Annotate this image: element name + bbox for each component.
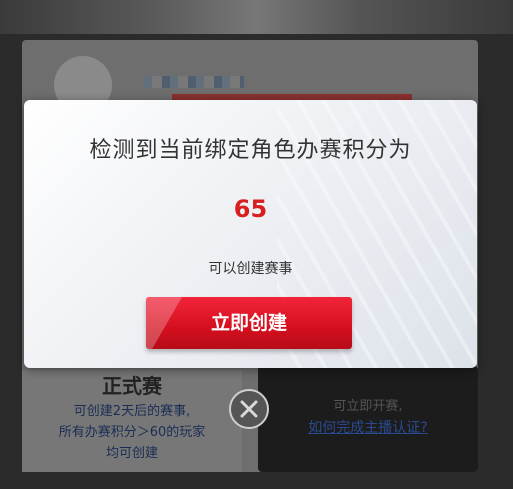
streamer-match-title — [258, 368, 478, 392]
formal-match-card: 正式赛 可创建2天后的赛事, 所有办赛积分＞60的玩家 均可创建 — [22, 370, 242, 472]
create-now-button-label: 立即创建 — [210, 312, 287, 334]
streamer-verify-link: 如何完成主播认证? — [308, 420, 428, 436]
dialog-subtitle: 可以创建赛事 — [208, 261, 293, 277]
close-button[interactable] — [229, 389, 269, 429]
dialog-title: 检测到当前绑定角色办赛积分为 — [89, 138, 412, 163]
score-dialog: 检测到当前绑定角色办赛积分为 65 可以创建赛事 立即创建 — [24, 100, 477, 368]
formal-match-desc-1: 可创建2天后的赛事, — [73, 404, 191, 419]
blurred-username — [144, 76, 244, 88]
streamer-match-card: 可立即开赛, 如何完成主播认证? — [258, 366, 478, 472]
formal-match-desc-3: 均可创建 — [105, 446, 158, 461]
formal-match-desc-2: 所有办赛积分＞60的玩家 — [58, 425, 206, 440]
dialog-score-value: 65 — [233, 195, 268, 223]
create-now-button[interactable]: 立即创建 — [146, 297, 352, 349]
close-icon — [240, 400, 258, 418]
streamer-match-desc: 可立即开赛, — [333, 399, 403, 414]
formal-match-title: 正式赛 — [102, 374, 162, 398]
top-banner-image — [0, 0, 513, 34]
